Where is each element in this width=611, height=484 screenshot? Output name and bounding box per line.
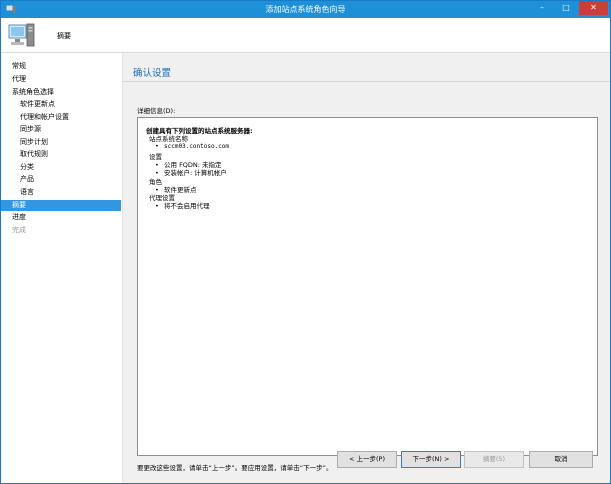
close-button[interactable]: ✕ xyxy=(579,1,608,15)
computer-icon xyxy=(8,23,35,47)
sidebar-item-languages[interactable]: 语言 xyxy=(1,187,121,198)
title-divider xyxy=(123,81,610,82)
page-title: 确认设置 xyxy=(133,68,172,79)
details-label: 详细信息(D): xyxy=(137,107,176,115)
next-button[interactable]: 下一步(N) > xyxy=(401,451,461,468)
previous-button[interactable]: < 上一步(P) xyxy=(337,451,397,468)
maximize-button[interactable]: □ xyxy=(554,1,578,15)
cancel-button[interactable]: 取消 xyxy=(529,451,593,468)
sidebar-item-proxy-account-settings[interactable]: 代理和帐户设置 xyxy=(1,112,121,123)
site-system-name-item: • sccm03.contoso.com xyxy=(155,142,230,150)
step-sidebar: 常规 代理 系统角色选择 软件更新点 代理和帐户设置 同步源 同步计划 取代规则… xyxy=(1,53,123,483)
wizard-header: 摘要 xyxy=(1,18,610,53)
proxy-item-text: 将不会启用代理 xyxy=(164,202,210,210)
sidebar-item-software-update-point[interactable]: 软件更新点 xyxy=(1,99,121,110)
sidebar-item-sync-schedule[interactable]: 同步计划 xyxy=(1,137,121,148)
site-system-name-value: sccm03.contoso.com xyxy=(164,143,230,150)
sidebar-item-summary[interactable]: 摘要 xyxy=(1,200,121,211)
sidebar-item-progress: 进度 xyxy=(12,213,26,221)
sidebar-item-role-selection[interactable]: 系统角色选择 xyxy=(1,87,121,98)
sidebar-item-supersedence-rules[interactable]: 取代规则 xyxy=(1,149,121,160)
sidebar-item-products[interactable]: 产品 xyxy=(1,174,121,185)
minimize-button[interactable]: – xyxy=(530,1,554,15)
details-textbox[interactable]: 创建具有下列设置的站点系统服务器: 站点系统名称 • sccm03.contoso… xyxy=(137,117,598,456)
settings-item-text: 安装帐户: 计算机帐户 xyxy=(164,169,227,177)
instruction-note: 要更改这些设置，请单击“上一步”。要应用设置，请单击“下一步”。 xyxy=(137,464,333,472)
sidebar-item-general[interactable]: 常规 xyxy=(1,61,121,72)
sidebar-item-classifications[interactable]: 分类 xyxy=(1,162,121,173)
summary-button: 摘要(S) xyxy=(464,451,524,468)
proxy-item: • 将不会启用代理 xyxy=(155,202,210,210)
sidebar-item-proxy[interactable]: 代理 xyxy=(1,74,121,85)
sidebar-item-sync-source[interactable]: 同步源 xyxy=(1,124,121,135)
settings-item: • 安装帐户: 计算机帐户 xyxy=(155,169,227,177)
sidebar-item-completion: 完成 xyxy=(12,226,26,234)
title-bar[interactable]: 添加站点系统角色向导 – □ ✕ xyxy=(1,1,610,18)
window-title: 添加站点系统角色向导 xyxy=(265,5,346,14)
step-title: 摘要 xyxy=(57,32,71,40)
wizard-window: 添加站点系统角色向导 – □ ✕ 摘要 常规 代理 系统角色选择 软件更新点 代… xyxy=(0,0,611,484)
main-content: 确认设置 详细信息(D): 创建具有下列设置的站点系统服务器: 站点系统名称 •… xyxy=(123,53,610,483)
